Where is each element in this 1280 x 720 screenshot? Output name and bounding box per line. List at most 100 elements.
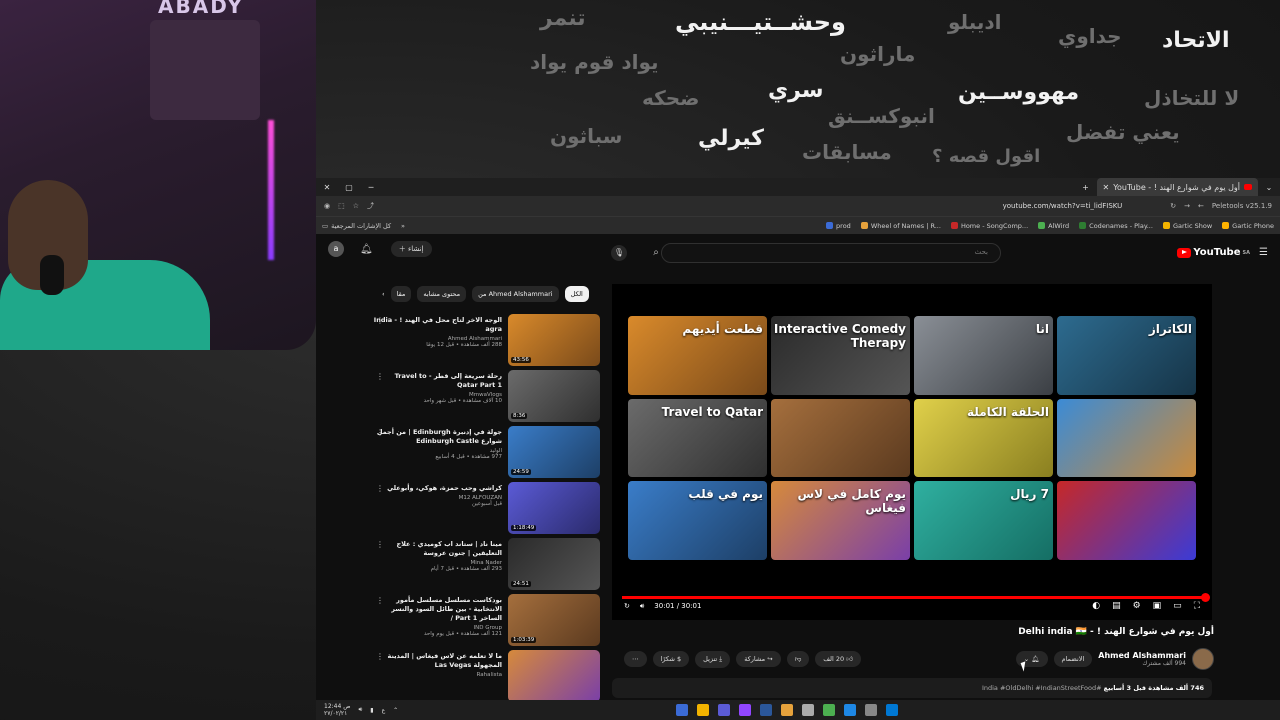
profile-icon[interactable]: ◉ [324, 202, 330, 210]
bookmark-item[interactable]: Codenames - Play... [1079, 222, 1153, 230]
tab-search-icon[interactable]: ⌄ [1258, 183, 1280, 192]
download-button[interactable]: ⤓ تنزيل [695, 650, 731, 668]
end-screen-video[interactable]: Travel to Qatar [628, 398, 767, 478]
taskbar-app-icon[interactable] [697, 704, 709, 716]
more-options-icon[interactable]: ⋮ [376, 428, 384, 437]
volume-tray-icon[interactable]: 🔊︎ [358, 706, 362, 714]
hamburger-menu-icon[interactable]: ☰ [1259, 247, 1268, 258]
taskbar-app-icon[interactable] [760, 704, 772, 716]
end-screen-video[interactable]: قطعت أيديهم [628, 316, 767, 395]
close-tab-icon[interactable]: ✕ [1103, 183, 1110, 192]
recommendation-item[interactable]: ⋮ رحلة سريعة إلى قطر - Travel to Qatar Pa… [372, 370, 600, 426]
settings-gear-icon[interactable]: ⚙ [1133, 601, 1141, 611]
more-options-icon[interactable]: ⋮ [376, 652, 384, 661]
recommendation-thumbnail[interactable] [508, 650, 600, 702]
recommendation-item[interactable]: ⋮ الوجه الاخر لتاج محل في الهند ! - India… [372, 314, 600, 370]
more-options-icon[interactable]: ⋮ [376, 372, 384, 381]
notifications-bell-icon[interactable]: 🔔︎ [360, 244, 373, 255]
dislike-button[interactable]: 👎︎ [786, 651, 810, 667]
taskbar-app-icon[interactable] [781, 704, 793, 716]
maximize-window-icon[interactable]: ▢ [338, 183, 360, 192]
close-window-icon[interactable]: ✕ [316, 183, 338, 192]
more-options-icon[interactable]: ⋮ [376, 596, 384, 605]
end-screen-video[interactable] [771, 398, 910, 478]
share-icon[interactable]: ⤴ [367, 201, 374, 211]
reload-icon[interactable]: ↻ [1170, 202, 1176, 210]
network-icon[interactable]: ▮ [370, 707, 373, 714]
recommendation-thumbnail[interactable]: 24:51 [508, 538, 600, 590]
end-screen-video[interactable]: انا [914, 316, 1053, 395]
create-button[interactable]: ＋ إنشاء [390, 241, 432, 257]
youtube-logo[interactable]: YouTube SA [1177, 247, 1250, 258]
minimize-window-icon[interactable]: ─ [360, 183, 382, 192]
chip-more[interactable]: مقا [390, 286, 412, 302]
description-box[interactable]: 746 ألف مشاهدة قبل 3 أسابيع #India #OldD… [612, 678, 1212, 698]
replay-icon[interactable]: ↻ [624, 602, 630, 610]
recommendation-thumbnail[interactable]: 8:36 [508, 370, 600, 422]
more-options-icon[interactable]: ⋮ [376, 484, 384, 493]
recommendation-thumbnail[interactable]: 43:56 [508, 314, 600, 366]
hashtags[interactable]: #India #OldDelhi #IndianStreetFood [982, 684, 1102, 692]
autoplay-toggle[interactable]: ◐ [1092, 601, 1100, 611]
channel-avatar[interactable] [1192, 648, 1214, 670]
chip-related[interactable]: محتوى مشابه [417, 286, 467, 302]
like-button[interactable]: 👍︎ 20 الف [815, 651, 862, 667]
chevron-more-icon[interactable]: » [401, 222, 405, 230]
tray-overflow-icon[interactable]: ⌃ [393, 707, 398, 714]
end-screen-video[interactable]: يوم في قلب [628, 481, 767, 560]
more-options-icon[interactable]: ⋮ [376, 316, 384, 325]
all-bookmarks-folder[interactable]: ▭ كل الإشارات المرجعية [322, 222, 391, 230]
recommendation-thumbnail[interactable]: 1:03:39 [508, 594, 600, 646]
url-field[interactable]: youtube.com/watch?v=ti_lidFISKU [382, 202, 1162, 210]
theater-mode-icon[interactable]: ▭ [1173, 601, 1182, 611]
account-avatar[interactable]: a [328, 241, 344, 257]
share-button[interactable]: ↪ مشاركة [736, 651, 781, 667]
extension-label[interactable]: Peletools v25.1.9 [1212, 202, 1272, 210]
back-icon[interactable]: ← [1198, 202, 1204, 210]
recommendation-thumbnail[interactable]: 1:18:49 [508, 482, 600, 534]
taskbar-app-icon[interactable] [886, 704, 898, 716]
end-screen-video[interactable]: 7 ريال [914, 481, 1053, 560]
bookmark-star-icon[interactable]: ☆ [353, 202, 359, 210]
volume-icon[interactable]: 🔊︎ [640, 602, 644, 611]
subtitles-icon[interactable]: ▤ [1112, 601, 1121, 611]
taskbar-app-icon[interactable] [844, 704, 856, 716]
chip-all[interactable]: الكل [564, 286, 589, 302]
taskbar-app-icon[interactable] [802, 704, 814, 716]
browser-tab-youtube[interactable]: أول يوم في شوارع الهند ! - YouTube ✕ [1096, 178, 1258, 196]
end-screen-video[interactable] [1057, 481, 1196, 560]
taskbar-app-icon[interactable] [718, 704, 730, 716]
recommendation-item[interactable]: ⋮ كراشي وحب حمزة، هوكي، وأبوعلي M12 ALFOUZ… [372, 482, 600, 538]
search-input[interactable]: بحث [661, 243, 1001, 263]
miniplayer-icon[interactable]: ▣ [1153, 601, 1162, 611]
new-tab-icon[interactable]: + [1075, 183, 1097, 192]
end-screen-video[interactable]: يوم كامل في لاس فيغاس [771, 481, 910, 560]
fullscreen-icon[interactable]: ⛶ [1194, 601, 1200, 611]
recommendation-item[interactable]: ⋮ ما لا تعلمه عن لاس فيغاس | المدينة المج… [372, 650, 600, 706]
recommendation-thumbnail[interactable]: 24:59 [508, 426, 600, 478]
end-screen-video[interactable]: الكاتراز [1057, 316, 1196, 395]
thanks-button[interactable]: $ شكرًا [652, 651, 690, 667]
bookmark-item[interactable]: Wheel of Names | R... [860, 222, 941, 230]
chip-from-channel[interactable]: من Ahmed Alshammari [472, 286, 559, 302]
voice-search-mic-icon[interactable]: 🎙︎ [611, 245, 627, 261]
video-player[interactable]: قطعت أيديهم Interactive Comedy Therapy انا… [612, 284, 1212, 620]
recommendation-item[interactable]: ⋮ بودكاست مسلسل مسلسل مأمور الانتخابية - … [372, 594, 600, 650]
forward-icon[interactable]: → [1184, 202, 1190, 210]
recommendation-item[interactable]: ⋮ مينا ناد | ستاند اب كوميدي : علاج التعل… [372, 538, 600, 594]
more-options-icon[interactable]: ⋮ [376, 540, 384, 549]
bookmark-item[interactable]: AlWird [1038, 222, 1069, 230]
channel-name[interactable]: Ahmed Alshammari [1098, 651, 1186, 660]
bookmark-item[interactable]: Gartic Show [1162, 222, 1212, 230]
end-screen-video[interactable] [1057, 398, 1196, 478]
end-screen-video[interactable]: الحلقة الكاملة [914, 398, 1053, 478]
taskbar-app-icon[interactable] [823, 704, 835, 716]
chips-prev-icon[interactable]: ‹ [382, 290, 385, 298]
bookmark-item[interactable]: Home - SongComp... [950, 222, 1028, 230]
bookmark-item[interactable]: prod [826, 222, 851, 230]
recommendation-item[interactable]: ⋮ جولة في إدنبرة Edinburgh | من أجمل شوار… [372, 426, 600, 482]
taskbar-app-icon[interactable] [676, 704, 688, 716]
taskbar-app-icon[interactable] [739, 704, 751, 716]
language-icon[interactable]: ع [382, 707, 386, 714]
bookmark-item[interactable]: Gartic Phone [1222, 222, 1274, 230]
